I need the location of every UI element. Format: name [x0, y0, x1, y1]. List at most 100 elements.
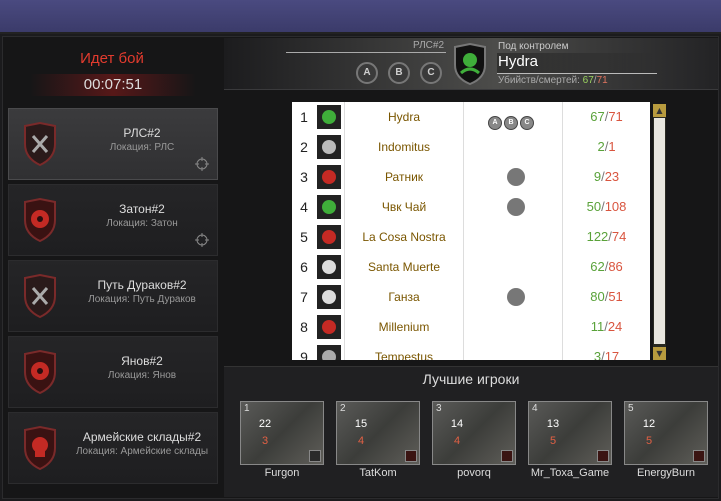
location-item-rls[interactable]: РЛС#2 Локация: РЛС: [8, 108, 218, 180]
clan-emblem-icon: [317, 225, 341, 249]
clan-emblem-icon: [317, 105, 341, 129]
player-card[interactable]: 2 15 4: [336, 401, 420, 465]
point-badge: C: [520, 116, 534, 130]
player-rank: 5: [628, 403, 634, 414]
clan-rank: 7: [300, 289, 308, 305]
point-a-button[interactable]: A: [356, 62, 378, 84]
clan-name: Tempestus: [344, 342, 464, 360]
clan-kd: 122/74: [562, 222, 650, 252]
clan-kills: 3: [593, 349, 602, 360]
location-subtitle: Локация: Затон: [106, 218, 178, 229]
player-deaths: 5: [645, 435, 653, 447]
shield-icon: [24, 122, 56, 166]
clan-kills: 67: [590, 109, 605, 124]
clan-emblem-icon: [317, 285, 341, 309]
clan-row[interactable]: 1 Hydra 67/71 A B C: [292, 102, 650, 132]
clan-deaths: 24: [607, 319, 623, 334]
clan-emblem-icon: [317, 315, 341, 339]
skull-shield-icon: [24, 426, 56, 470]
player-card[interactable]: 3 14 4: [432, 401, 516, 465]
clan-name: Чвк Чай: [344, 192, 464, 222]
clan-kills: 122: [586, 229, 609, 244]
clan-row[interactable]: 3 Ратник 9/23: [292, 162, 650, 192]
clan-rank: 3: [300, 169, 308, 185]
player-card[interactable]: 1 22 3: [240, 401, 324, 465]
location-name: РЛС#2: [123, 126, 161, 140]
point-b-button[interactable]: B: [388, 62, 410, 84]
location-item-army-warehouses[interactable]: Армейские склады#2 Локация: Армейские ск…: [8, 412, 218, 484]
clan-emblem-icon: [317, 165, 341, 189]
player-deaths: 4: [357, 435, 365, 447]
clan-emblem-icon: [317, 195, 341, 219]
divider: [286, 52, 446, 53]
control-label: Под контролем: [498, 41, 569, 52]
location-item-yanov[interactable]: Янов#2 Локация: Янов: [8, 336, 218, 408]
player-card[interactable]: 4 13 5: [528, 401, 612, 465]
flag-icon: [507, 288, 525, 306]
clan-kd: 67/71: [562, 102, 650, 132]
clan-kills: 2: [597, 139, 605, 154]
flag-icon: [507, 168, 525, 186]
location-item-zaton[interactable]: Затон#2 Локация: Затон: [8, 184, 218, 256]
player-rank: 4: [532, 403, 538, 414]
clan-deaths: 86: [608, 259, 623, 274]
scroll-up-arrow-icon[interactable]: ▲: [653, 104, 666, 117]
clan-rank: 6: [300, 259, 308, 275]
location-item-put-durakov[interactable]: Путь Дураков#2 Локация: Путь Дураков: [8, 260, 218, 332]
window-top-bar: [0, 0, 721, 34]
location-subtitle: Локация: Армейские склады: [75, 446, 209, 457]
clan-name: Indomitus: [344, 132, 464, 162]
player-kills: 15: [354, 418, 368, 430]
clan-kills: 80: [590, 289, 605, 304]
clan-rank: 1: [300, 109, 308, 125]
clan-kills: 50: [586, 199, 602, 214]
clan-name: Ганза: [344, 282, 464, 312]
radiation-shield-icon: [24, 350, 56, 394]
player-card[interactable]: 5 12 5: [624, 401, 708, 465]
flag-icon: [507, 198, 525, 216]
clan-kills: 11: [590, 319, 605, 334]
clan-kills: 62: [590, 259, 605, 274]
table-scrollbar[interactable]: ▲ ▼: [653, 104, 666, 360]
clan-badge-icon: [693, 450, 705, 462]
clan-name: Hydra: [344, 102, 464, 132]
clan-row[interactable]: 6 Santa Muerte 62/86: [292, 252, 650, 282]
clan-kd: 3/17: [562, 342, 650, 360]
clan-kd: 9/23: [562, 162, 650, 192]
best-players-panel: Лучшие игроки 1 22 3 Furgon 2 15 4 TatKom 3 14 4 po…: [224, 366, 718, 497]
player-name[interactable]: TatKom: [330, 467, 426, 479]
locations-panel: Идет бой 00:07:51 РЛС#2 Локация: РЛС Зат…: [4, 38, 220, 497]
kd-summary: Убийств/смертей: 67/71: [498, 75, 608, 86]
location-name: Путь Дураков#2: [97, 278, 187, 292]
scroll-down-arrow-icon[interactable]: ▼: [653, 347, 666, 360]
shield-icon: [24, 274, 56, 318]
controlling-clan: Hydra: [497, 53, 657, 74]
clan-kd: 62/86: [562, 252, 650, 282]
player-name[interactable]: Furgon: [234, 467, 330, 479]
player-deaths: 3: [261, 435, 269, 447]
point-c-button[interactable]: C: [420, 62, 442, 84]
clan-deaths: 51: [608, 289, 623, 304]
point-badge: A: [488, 116, 502, 130]
clan-table: 1 Hydra 67/71 A B C 2 Indomitus 2/1 3 Ратник 9/23 4 Ч…: [292, 102, 650, 360]
player-name[interactable]: povorq: [426, 467, 522, 479]
player-deaths: 4: [453, 435, 461, 447]
location-name: Янов#2: [121, 354, 163, 368]
clan-row[interactable]: 2 Indomitus 2/1: [292, 132, 650, 162]
clan-row[interactable]: 5 La Cosa Nostra 122/74: [292, 222, 650, 252]
clan-row[interactable]: 4 Чвк Чай 50/108: [292, 192, 650, 222]
clan-row[interactable]: 7 Ганза 80/51: [292, 282, 650, 312]
player-deaths: 5: [549, 435, 557, 447]
player-name[interactable]: EnergyBurn: [618, 467, 714, 479]
scrollbar-thumb[interactable]: [654, 118, 665, 344]
clan-row[interactable]: 8 Millenium 11/24: [292, 312, 650, 342]
clan-name: Santa Muerte: [344, 252, 464, 282]
player-name[interactable]: Mr_Toxa_Game: [522, 467, 618, 479]
clan-kills: 9: [593, 169, 602, 184]
clan-badge-icon: [597, 450, 609, 462]
clan-row[interactable]: 9 Tempestus 3/17: [292, 342, 650, 360]
clan-deaths: 108: [604, 199, 627, 214]
location-name: Затон#2: [119, 202, 165, 216]
clan-rank: 8: [300, 319, 308, 335]
deaths-value: 71: [596, 75, 608, 86]
